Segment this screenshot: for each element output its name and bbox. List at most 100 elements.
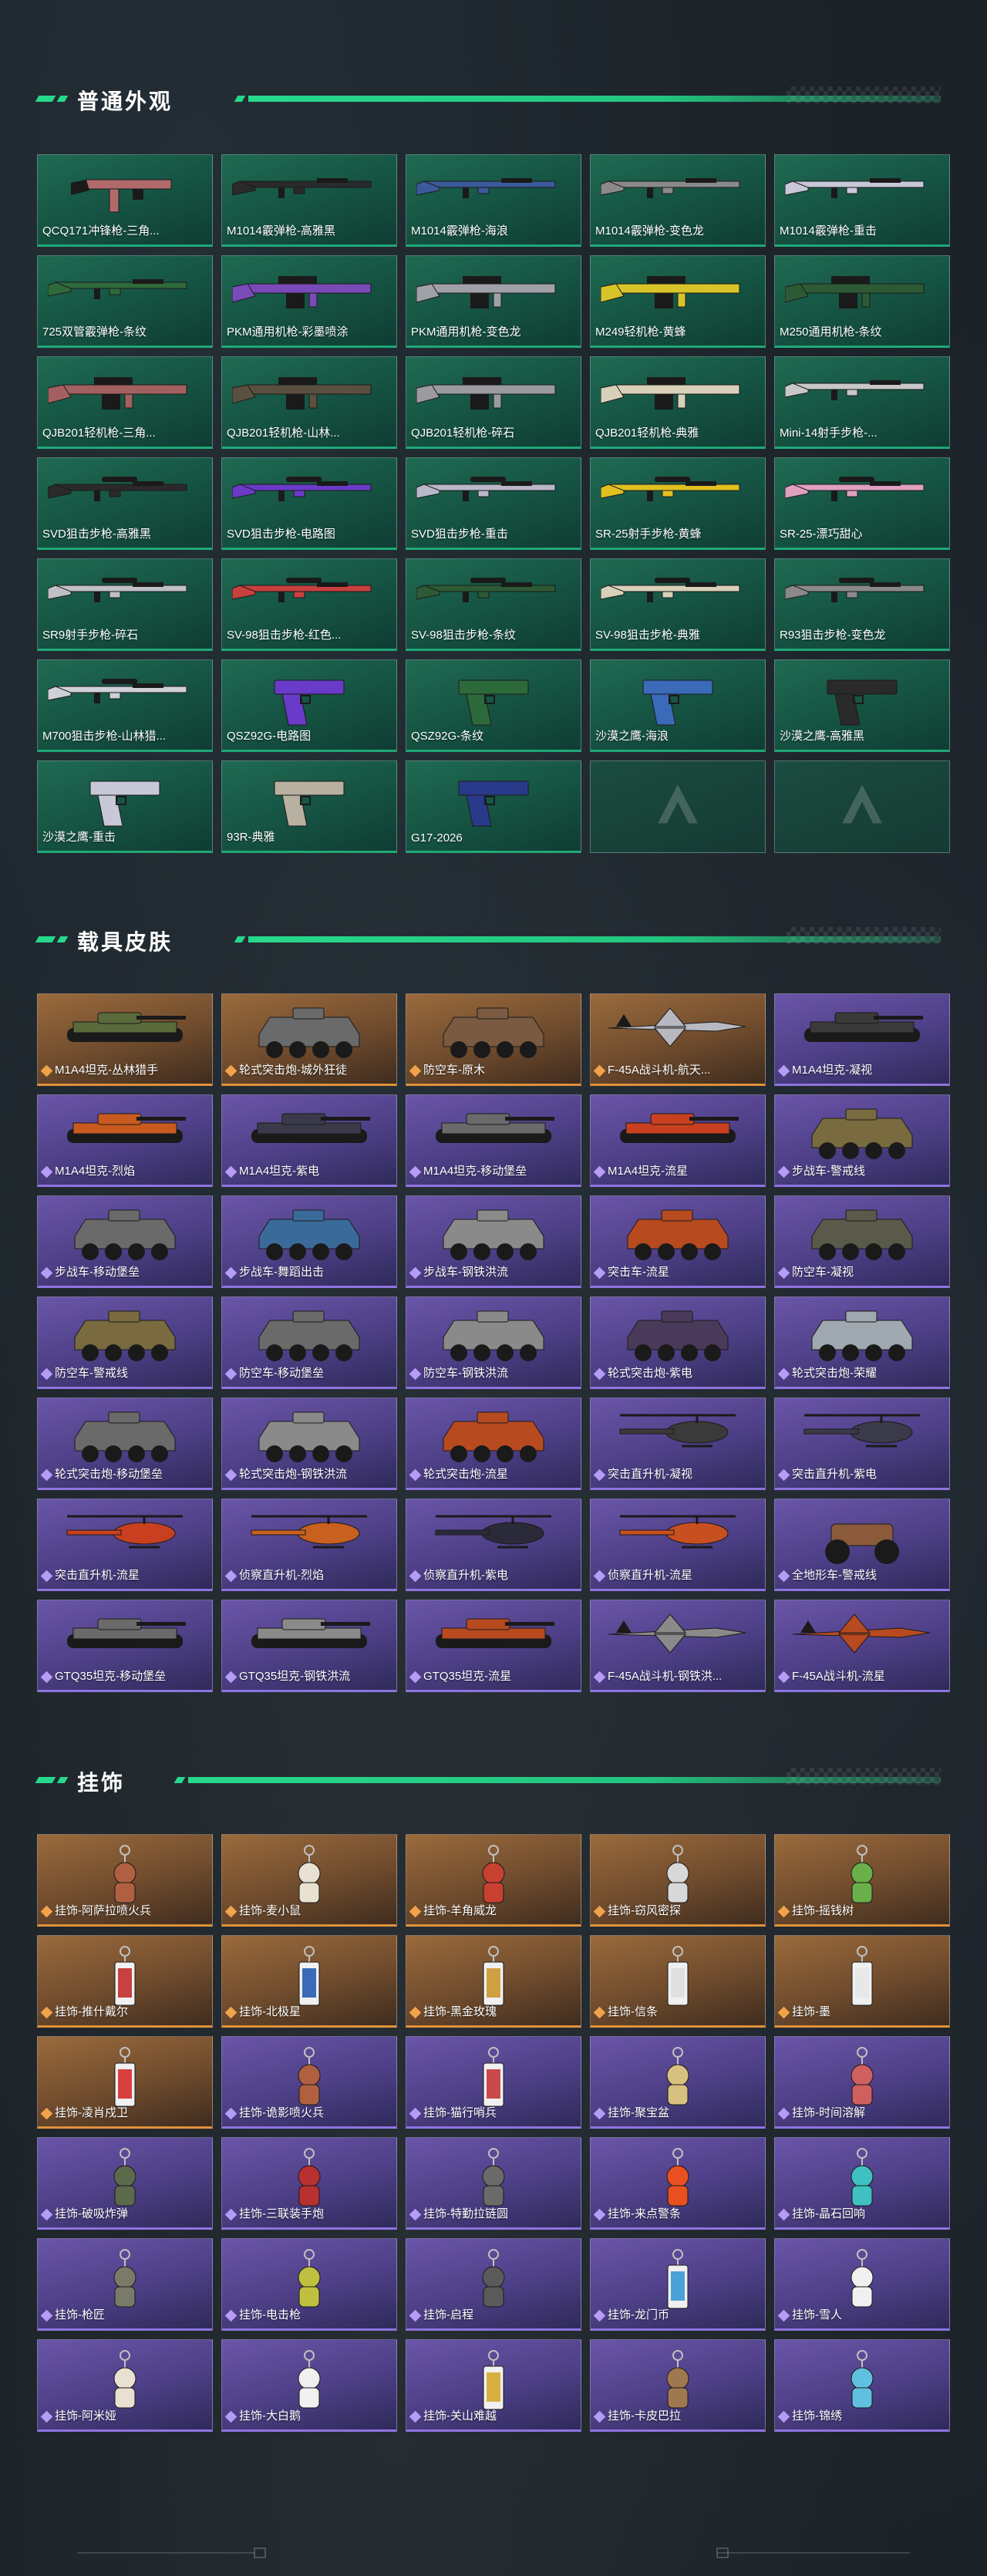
item-card[interactable]: 挂饰-卡皮巴拉 (590, 2339, 766, 2432)
item-card[interactable]: 挂饰-聚宝盆 (590, 2036, 766, 2129)
item-card[interactable]: 突击直升机-流星 (37, 1499, 213, 1591)
item-card[interactable]: 挂饰-麦小鼠 (221, 1834, 397, 1927)
item-card[interactable]: 挂饰-猫行哨兵 (406, 2036, 581, 2129)
item-card[interactable]: 侦察直升机-烈焰 (221, 1499, 397, 1591)
item-card[interactable]: 挂饰-诡影喷火兵 (221, 2036, 397, 2129)
item-card[interactable]: 挂饰-锦绣 (774, 2339, 950, 2432)
item-card[interactable]: GTQ35坦克-钢铁洪流 (221, 1600, 397, 1692)
item-card[interactable]: 93R-典雅 (221, 760, 397, 853)
item-card[interactable]: 轮式突击炮-移动堡垒 (37, 1398, 213, 1490)
item-card[interactable]: 突击车-流星 (590, 1195, 766, 1288)
item-card[interactable]: SV-98狙击步枪-红色... (221, 558, 397, 651)
item-card[interactable]: GTQ35坦克-移动堡垒 (37, 1600, 213, 1692)
item-card[interactable]: SVD狙击步枪-高雅黑 (37, 457, 213, 550)
item-card[interactable]: 挂饰-晶石回响 (774, 2137, 950, 2230)
item-card[interactable]: SR-25-漂巧甜心 (774, 457, 950, 550)
item-card[interactable]: M1A4坦克-丛林猎手 (37, 993, 213, 1086)
item-card[interactable]: 挂饰-时间溶解 (774, 2036, 950, 2129)
item-card[interactable]: SV-98狙击步枪-条纹 (406, 558, 581, 651)
item-card[interactable]: M250通用机枪-条纹 (774, 255, 950, 348)
item-card[interactable]: PKM通用机枪-变色龙 (406, 255, 581, 348)
item-card[interactable]: 挂饰-三联装手炮 (221, 2137, 397, 2230)
item-card[interactable]: M249轻机枪-黄蜂 (590, 255, 766, 348)
item-card[interactable]: 全地形车-警戒线 (774, 1499, 950, 1591)
item-card[interactable]: Mini-14射手步枪-... (774, 356, 950, 449)
item-card[interactable]: 挂饰-摇钱树 (774, 1834, 950, 1927)
item-card[interactable]: M700狙击步枪-山林猎... (37, 659, 213, 752)
item-card[interactable]: M1014霰弹枪-重击 (774, 154, 950, 247)
item-card[interactable]: 防空车-凝视 (774, 1195, 950, 1288)
item-card[interactable]: 挂饰-阿萨拉喷火兵 (37, 1834, 213, 1927)
item-card[interactable]: F-45A战斗机-流星 (774, 1600, 950, 1692)
item-label: M249轻机枪-黄蜂 (595, 325, 686, 339)
item-card[interactable]: QJB201轻机枪-三角... (37, 356, 213, 449)
item-card[interactable]: 挂饰-特勤拉链圆 (406, 2137, 581, 2230)
item-card[interactable]: 轮式突击炮-紫电 (590, 1296, 766, 1389)
item-card[interactable]: M1014霰弹枪-海浪 (406, 154, 581, 247)
item-card[interactable]: 轮式突击炮-城外狂徒 (221, 993, 397, 1086)
item-card[interactable]: 突击直升机-紫电 (774, 1398, 950, 1490)
item-card[interactable]: 挂饰-破吸炸弹 (37, 2137, 213, 2230)
item-card[interactable]: 挂饰-电击枪 (221, 2238, 397, 2331)
item-card[interactable]: 挂饰-窃风密探 (590, 1834, 766, 1927)
item-card[interactable]: QJB201轻机枪-碎石 (406, 356, 581, 449)
item-card[interactable]: 挂饰-信条 (590, 1935, 766, 2028)
item-card[interactable]: G17-2026 (406, 760, 581, 853)
item-card[interactable]: 挂饰-来点警条 (590, 2137, 766, 2230)
item-card[interactable]: 轮式突击炮-流星 (406, 1398, 581, 1490)
item-card[interactable]: 步战车-舞蹈出击 (221, 1195, 397, 1288)
item-card[interactable]: 挂饰-北极星 (221, 1935, 397, 2028)
item-card[interactable]: F-45A战斗机-航天... (590, 993, 766, 1086)
item-card[interactable]: 沙漠之鹰-高雅黑 (774, 659, 950, 752)
item-card[interactable]: 挂饰-大白鹅 (221, 2339, 397, 2432)
item-card[interactable]: QSZ92G-条纹 (406, 659, 581, 752)
item-card[interactable]: QSZ92G-电路图 (221, 659, 397, 752)
item-card[interactable]: M1A4坦克-流星 (590, 1094, 766, 1187)
item-card[interactable]: 防空车-移动堡垒 (221, 1296, 397, 1389)
item-card[interactable]: 防空车-原木 (406, 993, 581, 1086)
item-card[interactable]: 侦察直升机-紫电 (406, 1499, 581, 1591)
item-card[interactable]: 沙漠之鹰-海浪 (590, 659, 766, 752)
item-card[interactable]: 挂饰-阿米娅 (37, 2339, 213, 2432)
item-card[interactable]: F-45A战斗机-钢铁洪... (590, 1600, 766, 1692)
item-card[interactable]: SR-25射手步枪-黄蜂 (590, 457, 766, 550)
item-card[interactable]: PKM通用机枪-彩墨喷涂 (221, 255, 397, 348)
item-card[interactable]: 挂饰-羊角威龙 (406, 1834, 581, 1927)
item-card[interactable]: 沙漠之鹰-重击 (37, 760, 213, 853)
apc-image (67, 1205, 183, 1271)
item-card[interactable]: QCQ171冲锋枪-三角... (37, 154, 213, 247)
item-card[interactable]: M1014霰弹枪-变色龙 (590, 154, 766, 247)
item-card[interactable]: SVD狙击步枪-电路图 (221, 457, 397, 550)
item-card[interactable]: 防空车-钢铁洪流 (406, 1296, 581, 1389)
item-card[interactable]: 挂饰-雪人 (774, 2238, 950, 2331)
item-card[interactable]: SV-98狙击步枪-典雅 (590, 558, 766, 651)
item-card[interactable]: GTQ35坦克-流星 (406, 1600, 581, 1692)
item-card[interactable]: 挂饰-凌肖戍卫 (37, 2036, 213, 2129)
item-card[interactable]: 侦察直升机-流星 (590, 1499, 766, 1591)
item-card[interactable]: M1A4坦克-烈焰 (37, 1094, 213, 1187)
item-card[interactable]: 轮式突击炮-钢铁洪流 (221, 1398, 397, 1490)
item-card[interactable]: 挂饰-关山难越 (406, 2339, 581, 2432)
item-card[interactable]: SVD狙击步枪-重击 (406, 457, 581, 550)
item-card[interactable]: 挂饰-推什戴尔 (37, 1935, 213, 2028)
item-card[interactable]: M1A4坦克-凝视 (774, 993, 950, 1086)
item-card[interactable]: 防空车-警戒线 (37, 1296, 213, 1389)
item-card[interactable]: M1014霰弹枪-高雅黑 (221, 154, 397, 247)
item-card[interactable]: SR9射手步枪-碎石 (37, 558, 213, 651)
item-card[interactable]: 步战车-警戒线 (774, 1094, 950, 1187)
item-card[interactable]: QJB201轻机枪-典雅 (590, 356, 766, 449)
item-card[interactable]: 步战车-钢铁洪流 (406, 1195, 581, 1288)
item-card[interactable]: QJB201轻机枪-山林... (221, 356, 397, 449)
item-card[interactable]: 突击直升机-凝视 (590, 1398, 766, 1490)
item-card[interactable]: 725双管霰弹枪-条纹 (37, 255, 213, 348)
item-card[interactable]: 轮式突击炮-荣耀 (774, 1296, 950, 1389)
item-card[interactable]: M1A4坦克-紫电 (221, 1094, 397, 1187)
item-card[interactable]: R93狙击步枪-变色龙 (774, 558, 950, 651)
item-card[interactable]: 挂饰-墨 (774, 1935, 950, 2028)
item-card[interactable]: 挂饰-枪匠 (37, 2238, 213, 2331)
item-card[interactable]: 挂饰-黑金玫瑰 (406, 1935, 581, 2028)
item-card[interactable]: 挂饰-启程 (406, 2238, 581, 2331)
item-card[interactable]: M1A4坦克-移动堡垒 (406, 1094, 581, 1187)
item-card[interactable]: 步战车-移动堡垒 (37, 1195, 213, 1288)
item-card[interactable]: 挂饰-龙门币 (590, 2238, 766, 2331)
